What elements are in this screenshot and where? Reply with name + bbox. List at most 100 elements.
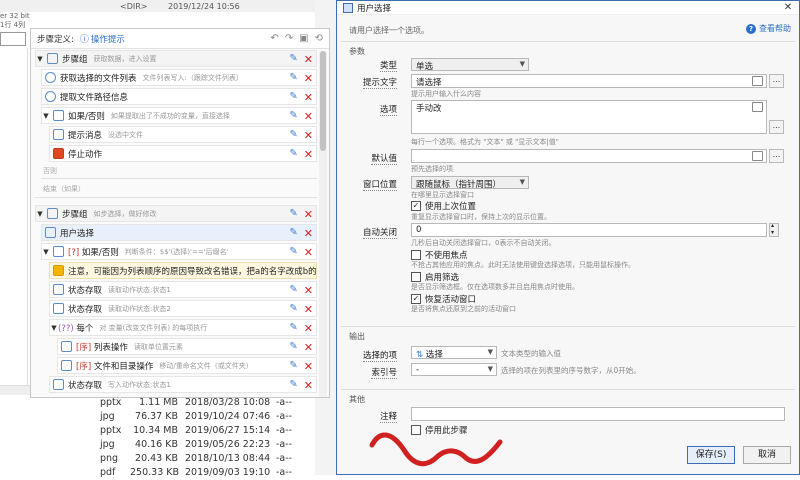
edit-icon[interactable]: ✎ xyxy=(289,246,297,259)
step-actions: ✎ ✕ xyxy=(285,322,313,335)
step-item[interactable]: 状态存取 读取动作状态:状态2 ✎ ✕ xyxy=(49,300,317,317)
step-group[interactable]: ▼ 步骤组 获取数据，进入设置 ✎ ✕ xyxy=(35,50,317,67)
step-group[interactable]: ▼ 步骤组 如步选择，做好修改 ✎ ✕ xyxy=(35,205,317,222)
delete-icon[interactable]: ✕ xyxy=(304,379,313,392)
file-row[interactable]: jpg 76.37 KB 2019/10/24 07:46 -a-- xyxy=(0,410,315,424)
file-row[interactable]: jpg 40.16 KB 2019/05/26 22:23 -a-- xyxy=(0,438,315,452)
out-index-select[interactable]: - ▼ xyxy=(411,363,497,376)
step-desc: 如果提取出了不成功的变量，直接选择 xyxy=(110,111,230,120)
edit-icon[interactable]: ✎ xyxy=(289,91,297,104)
collapse-toggle-icon[interactable]: ▼ xyxy=(36,55,44,63)
delete-icon[interactable]: ✕ xyxy=(304,208,313,221)
step-desc: 读取动作状态:状态2 xyxy=(108,304,171,313)
file-row[interactable]: pptx 10.34 MB 2019/06/27 15:14 -a-- xyxy=(0,424,315,438)
expand-edit-icon[interactable] xyxy=(752,102,763,112)
step-item[interactable]: 提示消息 没选中文件 ✎ ✕ xyxy=(49,126,317,143)
delete-icon[interactable]: ✕ xyxy=(304,284,313,297)
step-item[interactable]: 停止动作 ✎ ✕ xyxy=(49,145,317,162)
step-comment[interactable]: 注意，可能因为列表顺序的原因导致改名错误，把a的名字改成b的... xyxy=(49,262,317,279)
close-icon[interactable]: ✕ xyxy=(777,2,799,13)
step-item[interactable]: 获取选择的文件列表 文件列表写入:（跟踪文件列表） ✎ ✕ xyxy=(41,69,317,86)
background-search-box[interactable] xyxy=(0,32,26,46)
step-item-selected[interactable]: 用户选择 ✎ ✕ xyxy=(41,224,317,241)
dialog-titlebar[interactable]: 用户选择 ✕ xyxy=(337,1,799,15)
edit-icon[interactable]: ✎ xyxy=(289,110,297,123)
step-item[interactable]: [序] 文件和目录操作 移动/重命名文件（或文件夹） ✎ ✕ xyxy=(57,357,317,374)
step-if-else[interactable]: ▼ 如果/否则 如果提取出了不成功的变量，直接选择 ✎ ✕ xyxy=(41,107,317,124)
other-title: 其他 xyxy=(349,395,365,404)
edit-icon[interactable]: ✎ xyxy=(289,148,297,161)
step-loop[interactable]: ▼ (??) 每个 对 变量(改变文件列表) 的每项执行 ✎ ✕ xyxy=(49,319,317,336)
step-editor-panel: 步骤定义: ⓘ 操作提示 ↶ ↷ ▣ ⟲ ▼ 步骤组 获取数据，进入设置 ✎ ✕ … xyxy=(30,28,330,398)
edit-icon[interactable]: ✎ xyxy=(289,284,297,297)
edit-icon[interactable]: ✎ xyxy=(289,208,297,221)
edit-icon[interactable]: ✎ xyxy=(289,129,297,142)
delete-icon[interactable]: ✕ xyxy=(304,246,313,259)
step-if-else[interactable]: ▼ [?] 如果/否则 判断条件：$$'(选择)'=='后缀名' ✎ ✕ xyxy=(41,243,317,260)
autoclose-input[interactable]: 0 xyxy=(411,223,767,237)
options-more-button[interactable]: ... xyxy=(769,120,784,134)
file-attr: -a-- xyxy=(276,397,293,408)
file-ext: pdf xyxy=(100,467,116,478)
edit-icon[interactable]: ✎ xyxy=(289,322,297,335)
file-row[interactable]: pdf 250.33 KB 2019/09/03 19:10 -a-- xyxy=(0,466,315,480)
type-select[interactable]: 单选 ▼ xyxy=(411,58,529,72)
scrollbar-thumb[interactable] xyxy=(320,51,326,151)
options-textarea[interactable]: 手动改 xyxy=(411,100,767,134)
out-item-select[interactable]: ⇅ 选择 ▼ xyxy=(411,346,497,360)
edit-icon[interactable]: ✎ xyxy=(289,379,297,392)
edit-icon[interactable]: ✎ xyxy=(289,303,297,316)
delete-icon[interactable]: ✕ xyxy=(304,72,313,85)
delete-icon[interactable]: ✕ xyxy=(304,110,313,123)
delete-icon[interactable]: ✕ xyxy=(304,129,313,142)
delete-icon[interactable]: ✕ xyxy=(304,322,313,335)
delete-icon[interactable]: ✕ xyxy=(304,303,313,316)
delete-icon[interactable]: ✕ xyxy=(304,227,313,240)
file-row[interactable]: png 20.43 KB 2018/10/13 08:44 -a-- xyxy=(0,452,315,466)
edit-icon[interactable]: ✎ xyxy=(289,360,297,373)
delete-icon[interactable]: ✕ xyxy=(304,91,313,104)
step-item[interactable]: [序] 列表操作 读取单位置元素 ✎ ✕ xyxy=(57,338,317,355)
step-name: 状态存取 xyxy=(68,304,103,315)
step-item[interactable]: 状态存取 写入动作状态:状态1 ✎ ✕ xyxy=(49,376,317,393)
collapse-toggle-icon[interactable]: ▼ xyxy=(36,210,44,218)
undo-icon[interactable]: ↶ xyxy=(270,33,278,44)
file-date: 2018/03/28 10:08 xyxy=(185,397,271,408)
save-icon[interactable]: ▣ xyxy=(299,33,308,44)
prompt-more-button[interactable]: ... xyxy=(769,74,784,88)
redo-icon[interactable]: ↷ xyxy=(285,33,293,44)
cancel-button[interactable]: 取消 xyxy=(743,446,791,464)
delete-icon[interactable]: ✕ xyxy=(304,53,313,66)
options-label-text: 选项 xyxy=(379,105,397,116)
history-icon[interactable]: ⟲ xyxy=(315,33,323,44)
step-list-scrollbar[interactable] xyxy=(319,51,327,397)
edit-icon[interactable]: ✎ xyxy=(289,72,297,85)
default-more-button[interactable]: ... xyxy=(769,149,784,163)
step-item[interactable]: 状态存取 读取动作状态:状态1 ✎ ✕ xyxy=(49,281,317,298)
edit-icon[interactable]: ✎ xyxy=(289,341,297,354)
collapse-toggle-icon[interactable]: ▼ xyxy=(50,324,58,332)
expand-edit-icon[interactable] xyxy=(752,151,763,161)
help-link[interactable]: ? 查看帮助 xyxy=(746,23,791,34)
operation-tip-link[interactable]: 操作提示 xyxy=(91,33,125,45)
collapse-toggle-icon[interactable]: ▼ xyxy=(42,112,50,120)
edit-icon[interactable]: ✎ xyxy=(289,53,297,66)
file-list: pptx 1.11 MB 2018/03/28 10:08 -a-- jpg 7… xyxy=(0,396,315,478)
position-select[interactable]: 跟随鼠标（指针周围） ▼ xyxy=(411,176,529,190)
note-input[interactable] xyxy=(411,407,785,421)
step-name: 提示消息 xyxy=(68,130,103,141)
default-input[interactable] xyxy=(411,149,767,163)
file-ext: pptx xyxy=(100,397,122,408)
autoclose-spinner[interactable] xyxy=(769,222,779,237)
prompt-input[interactable]: 请选择 xyxy=(411,74,767,88)
delete-icon[interactable]: ✕ xyxy=(304,360,313,373)
use-last-position-checkbox[interactable]: ✓ 使用上次位置 xyxy=(411,200,476,212)
expand-edit-icon[interactable] xyxy=(752,76,763,86)
save-button[interactable]: 保存(S) xyxy=(687,446,735,464)
file-row[interactable]: pptx 1.11 MB 2018/03/28 10:08 -a-- xyxy=(0,396,315,410)
delete-icon[interactable]: ✕ xyxy=(304,341,313,354)
edit-icon[interactable]: ✎ xyxy=(289,227,297,240)
delete-icon[interactable]: ✕ xyxy=(304,148,313,161)
collapse-toggle-icon[interactable]: ▼ xyxy=(42,248,50,256)
step-item[interactable]: 提取文件路径信息 ✎ ✕ xyxy=(41,88,317,105)
